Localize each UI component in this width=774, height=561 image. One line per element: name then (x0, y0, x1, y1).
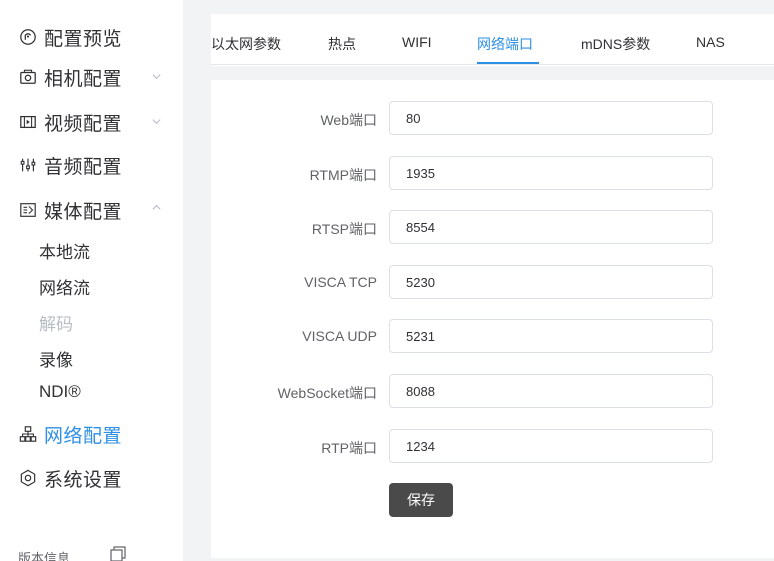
copy-icon[interactable] (110, 546, 126, 561)
tab-bar: 以太网参数 热点 WIFI 网络端口 mDNS参数 NAS (211, 14, 774, 66)
save-button[interactable]: 保存 (389, 483, 453, 517)
sidebar-item-system[interactable]: 系统设置 (18, 463, 122, 493)
form-row-rtsp-port: RTSP端口 (211, 210, 774, 244)
video-icon (18, 112, 38, 132)
sidebar-subitem-network-stream[interactable]: 网络流 (39, 274, 90, 299)
web-port-label: Web端口 (320, 112, 377, 128)
sidebar-item-label: 视频配置 (44, 113, 123, 135)
media-icon (18, 200, 38, 220)
rtmp-port-label: RTMP端口 (309, 167, 377, 183)
visca-udp-input[interactable] (389, 319, 713, 353)
tab-nas[interactable]: NAS (696, 34, 725, 50)
sidebar-item-label: 网络配置 (44, 425, 123, 447)
rtsp-port-input[interactable] (389, 210, 713, 244)
sidebar-item-label: 配置预览 (44, 28, 123, 50)
chevron-down-icon[interactable] (150, 115, 162, 127)
websocket-port-input[interactable] (389, 374, 713, 408)
version-info-label[interactable]: 版本信息 (18, 548, 70, 561)
sidebar-item-label: 相机配置 (44, 68, 123, 90)
port-settings-form: Web端口 RTMP端口 RTSP端口 VISCA TCP VISCA UDP … (211, 80, 774, 558)
sidebar: 配置预览 相机配置 视频配置 音频配置 媒体配置 本地流 网络流 解码 录像 N… (0, 0, 183, 561)
main-content: 以太网参数 热点 WIFI 网络端口 mDNS参数 NAS Web端口 RTMP… (183, 0, 774, 561)
audio-sliders-icon (18, 155, 38, 175)
sidebar-subitem-decode: 解码 (39, 315, 73, 334)
sidebar-item-video[interactable]: 视频配置 (18, 107, 122, 137)
sidebar-item-label: 媒体配置 (44, 201, 123, 223)
visca-udp-label: VISCA UDP (302, 328, 377, 344)
visca-tcp-label: VISCA TCP (304, 274, 377, 290)
form-row-web-port: Web端口 (211, 101, 774, 135)
web-port-input[interactable] (389, 101, 713, 135)
sidebar-item-audio[interactable]: 音频配置 (18, 150, 122, 180)
chevron-up-icon[interactable] (150, 201, 162, 213)
sidebar-item-preview[interactable]: 配置预览 (18, 22, 122, 52)
form-row-visca-tcp: VISCA TCP (211, 265, 774, 299)
visca-tcp-input[interactable] (389, 265, 713, 299)
tab-ethernet[interactable]: 以太网参数 (211, 34, 281, 54)
network-icon (18, 424, 38, 444)
tab-mdns[interactable]: mDNS参数 (581, 34, 650, 54)
form-row-rtmp-port: RTMP端口 (211, 156, 774, 190)
sidebar-subitem-local-stream[interactable]: 本地流 (39, 238, 90, 263)
camera-icon (18, 67, 38, 87)
form-row-websocket-port: WebSocket端口 (211, 374, 774, 408)
sidebar-subitem-ndi[interactable]: NDI® (39, 382, 81, 402)
rtmp-port-input[interactable] (389, 156, 713, 190)
sidebar-item-label: 系统设置 (44, 469, 123, 491)
websocket-port-label: WebSocket端口 (277, 385, 377, 401)
tab-network-port[interactable]: 网络端口 (477, 34, 533, 54)
sidebar-item-camera[interactable]: 相机配置 (18, 62, 122, 92)
rtsp-port-label: RTSP端口 (311, 221, 377, 237)
rtp-port-input[interactable] (389, 429, 713, 463)
rtp-port-label: RTP端口 (321, 440, 377, 456)
tabs-divider (211, 64, 774, 65)
sidebar-item-media[interactable]: 媒体配置 (18, 195, 122, 225)
chevron-down-icon[interactable] (150, 70, 162, 82)
sidebar-subitem-recording[interactable]: 录像 (39, 346, 73, 371)
form-row-rtp-port: RTP端口 (211, 429, 774, 463)
settings-icon (18, 468, 38, 488)
sidebar-item-label: 音频配置 (44, 156, 123, 178)
preview-icon (18, 27, 38, 47)
sidebar-item-network[interactable]: 网络配置 (18, 419, 122, 449)
form-row-visca-udp: VISCA UDP (211, 319, 774, 353)
tab-hotspot[interactable]: 热点 (328, 34, 356, 54)
tab-wifi[interactable]: WIFI (402, 34, 432, 50)
